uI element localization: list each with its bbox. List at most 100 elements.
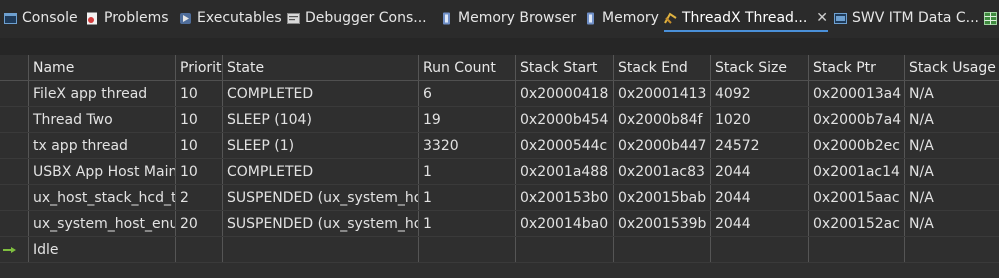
cell-stack-ptr — [809, 237, 905, 262]
cell-stack-usage: N/A — [909, 111, 934, 128]
tab-label: SWV ITM Data C... — [852, 10, 979, 26]
tab-threadx-thread-list[interactable]: ThreadX Thread... ✕ — [664, 0, 828, 36]
cell-state: COMPLETED — [223, 81, 419, 106]
cell-stack-usage: N/A — [909, 85, 934, 102]
cell-state — [223, 237, 419, 262]
tab-swv-itm-data-console[interactable]: SWV ITM Data C... — [834, 0, 979, 36]
table-header-row: Name Priority State Run Count Stack Star… — [0, 55, 999, 81]
cell-priority: 10 — [176, 159, 223, 184]
close-icon[interactable]: ✕ — [816, 10, 828, 26]
cell-stack-size: 2044 — [711, 159, 809, 184]
table-row[interactable]: FileX app thread 10 COMPLETED 6 0x200004… — [0, 81, 999, 107]
tab-problems[interactable]: Problems — [86, 0, 169, 36]
cell-stack-ptr: 0x200152ac — [809, 211, 905, 236]
problems-icon — [87, 12, 97, 24]
cell-stack-size: 24572 — [711, 133, 809, 158]
tab-overflow-table[interactable] — [984, 0, 999, 36]
tab-console[interactable]: Console — [4, 0, 78, 36]
cell-stack-start — [516, 237, 614, 262]
table-row-current-thread[interactable]: Idle — [0, 237, 999, 263]
table-row[interactable]: ux_system_host_enum_thread 20 SUSPENDED … — [0, 211, 999, 237]
cell-stack-usage: N/A — [909, 189, 934, 206]
cell-stack-end: 0x2001ac83 — [614, 159, 711, 184]
cell-name: ux_host_stack_hcd_thread — [29, 185, 176, 210]
tab-label: Memory — [602, 10, 659, 26]
executables-icon — [180, 12, 191, 24]
threadx-thread-table: Name Priority State Run Count Stack Star… — [0, 55, 999, 278]
debugger-console-icon — [287, 12, 300, 24]
cell-stack-end: 0x2000b447 — [614, 133, 711, 158]
cell-name: Thread Two — [29, 107, 176, 132]
table-row[interactable]: tx app thread 10 SLEEP (1) 3320 0x200054… — [0, 133, 999, 159]
cell-stack-size: 2044 — [711, 211, 809, 236]
cell-run-count: 1 — [419, 211, 516, 236]
cell-stack-start: 0x200153b0 — [516, 185, 614, 210]
row-gutter — [0, 81, 29, 106]
cell-stack-usage: N/A — [909, 163, 934, 180]
cell-priority: 2 — [176, 185, 223, 210]
swv-icon — [834, 12, 847, 24]
tab-label: Debugger Cons... — [305, 10, 427, 26]
cell-stack-start: 0x2000544c — [516, 133, 614, 158]
cell-stack-ptr: 0x200013a4 — [809, 81, 905, 106]
tab-debugger-console[interactable]: Debugger Cons... — [287, 0, 427, 36]
column-header-stack-ptr[interactable]: Stack Ptr — [809, 55, 905, 80]
cell-run-count: 19 — [419, 107, 516, 132]
tab-executables[interactable]: Executables — [179, 0, 282, 36]
table-row[interactable]: Thread Two 10 SLEEP (104) 19 0x2000b454 … — [0, 107, 999, 133]
column-header-name[interactable]: Name — [29, 55, 176, 80]
cell-stack-start: 0x2001a488 — [516, 159, 614, 184]
memory-browser-icon — [443, 12, 450, 24]
console-icon — [4, 12, 17, 24]
cell-state: SUSPENDED (ux_system_host_hcd_semaphore) — [223, 185, 419, 210]
column-header-stack-start[interactable]: Stack Start — [516, 55, 614, 80]
row-gutter — [0, 133, 29, 158]
threadx-icon — [664, 12, 677, 24]
column-header-priority[interactable]: Priority — [176, 55, 223, 80]
cell-stack-ptr: 0x20015aac — [809, 185, 905, 210]
cell-name: tx app thread — [29, 133, 176, 158]
table-row[interactable]: ux_host_stack_hcd_thread 2 SUSPENDED (ux… — [0, 185, 999, 211]
column-header-state[interactable]: State — [223, 55, 419, 80]
cell-stack-end: 0x20015bab — [614, 185, 711, 210]
column-header-run-count[interactable]: Run Count — [419, 55, 516, 80]
cell-stack-size: 1020 — [711, 107, 809, 132]
cell-priority: 10 — [176, 107, 223, 132]
tab-label: ThreadX Thread... — [682, 10, 808, 26]
cell-name: ux_system_host_enum_thread — [29, 211, 176, 236]
toolbar-area — [0, 38, 999, 55]
cell-stack-start: 0x20000418 — [516, 81, 614, 106]
cell-stack-start: 0x2000b454 — [516, 107, 614, 132]
row-gutter — [0, 237, 29, 262]
tab-memory[interactable]: Memory — [584, 0, 659, 36]
cell-stack-size: 4092 — [711, 81, 809, 106]
cell-name: FileX app thread — [29, 81, 176, 106]
cell-run-count — [419, 237, 516, 262]
cell-stack-usage: N/A — [909, 137, 934, 154]
cell-state: SLEEP (1) — [223, 133, 419, 158]
view-tab-bar: Console Problems Executables Debugger Co… — [0, 0, 999, 39]
column-header-stack-size[interactable]: Stack Size — [711, 55, 809, 80]
row-gutter — [0, 107, 29, 132]
cell-stack-size: 2044 — [711, 185, 809, 210]
cell-priority: 10 — [176, 81, 223, 106]
column-header-stack-end[interactable]: Stack End — [614, 55, 711, 80]
tab-label: Console — [22, 10, 78, 26]
tab-memory-browser[interactable]: Memory Browser — [440, 0, 576, 36]
cell-stack-end — [614, 237, 711, 262]
row-gutter — [0, 159, 29, 184]
cell-priority: 10 — [176, 133, 223, 158]
tab-label: Memory Browser — [458, 10, 577, 26]
cell-priority: 20 — [176, 211, 223, 236]
cell-stack-end: 0x2001539b — [614, 211, 711, 236]
cell-stack-ptr: 0x2000b2ec — [809, 133, 905, 158]
cell-state: COMPLETED — [223, 159, 419, 184]
cell-run-count: 3320 — [419, 133, 516, 158]
column-header-stack-usage[interactable]: Stack Usage — [905, 55, 999, 80]
tab-label: Problems — [104, 10, 169, 26]
cell-stack-ptr: 0x2000b7a4 — [809, 107, 905, 132]
row-gutter — [0, 185, 29, 210]
cell-run-count: 1 — [419, 159, 516, 184]
cell-run-count: 1 — [419, 185, 516, 210]
table-row[interactable]: USBX App Host Main 10 COMPLETED 1 0x2001… — [0, 159, 999, 185]
